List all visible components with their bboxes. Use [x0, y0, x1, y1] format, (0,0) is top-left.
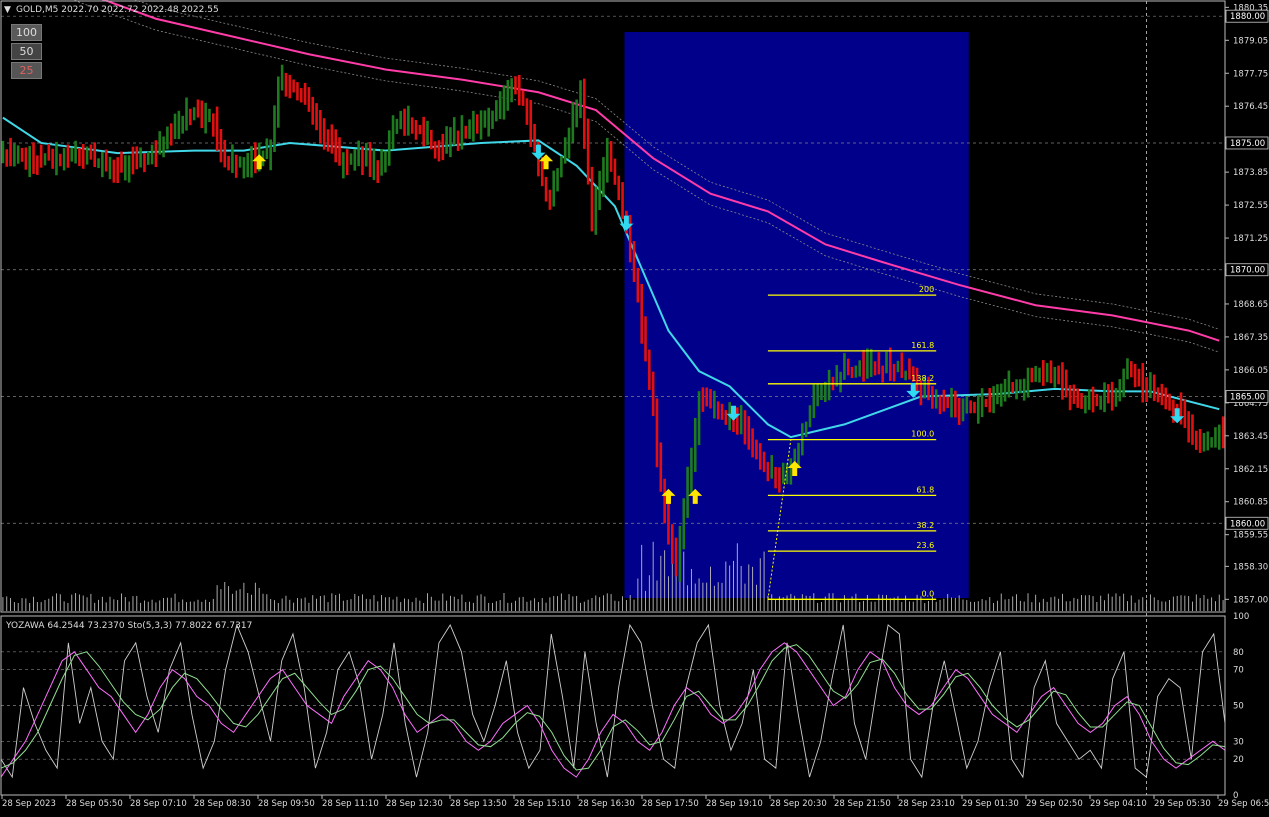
y-tick-label: 1872.55 — [1233, 201, 1268, 211]
x-tick-label: 28 Sep 08:30 — [194, 799, 251, 809]
indicator-tick-label: 100 — [1233, 612, 1249, 622]
y-tick-label: 1876.45 — [1233, 102, 1268, 112]
y-tick-label: 1868.65 — [1233, 300, 1268, 310]
price-box-label: 1860.00 — [1230, 519, 1265, 529]
fib-level-label: 23.6 — [916, 541, 934, 550]
highlight-zone — [624, 32, 969, 598]
x-tick-label: 28 Sep 19:10 — [706, 799, 763, 809]
y-tick-label: 1859.55 — [1233, 531, 1268, 541]
x-tick-label: 28 Sep 2023 — [2, 799, 56, 809]
zoom-50-button[interactable]: 50 — [11, 43, 42, 60]
fib-level-label: 200 — [919, 285, 934, 294]
x-tick-label: 29 Sep 05:30 — [1154, 799, 1211, 809]
y-tick-label: 1867.35 — [1233, 333, 1268, 343]
zoom-100-button[interactable]: 100 — [11, 24, 42, 41]
y-tick-label: 1863.45 — [1233, 432, 1268, 442]
price-box-label: 1865.00 — [1230, 393, 1265, 403]
indicator-tick-label: 70 — [1233, 666, 1244, 676]
indicator-header: YOZAWA 64.2544 73.2370 Sto(5,3,3) 77.802… — [5, 621, 252, 631]
trading-chart[interactable]: 200 161.8 138.2 100.0 61.8 38.2 23.6 0.0 1880.3… — [0, 0, 1269, 813]
fib-level-label: 161.8 — [911, 341, 934, 350]
indicator-tick-label: 30 — [1233, 737, 1244, 747]
price-box-label: 1875.00 — [1230, 139, 1265, 149]
x-tick-label: 28 Sep 23:10 — [898, 799, 955, 809]
x-tick-label: 28 Sep 15:10 — [514, 799, 571, 809]
y-tick-label: 1866.05 — [1233, 366, 1268, 376]
y-tick-label: 1871.25 — [1233, 234, 1268, 244]
x-tick-label: 28 Sep 17:50 — [642, 799, 699, 809]
indicator-tick-label: 20 — [1233, 755, 1244, 765]
fib-level-label: 100.0 — [911, 430, 934, 439]
y-tick-label: 1860.85 — [1233, 498, 1268, 508]
x-tick-label: 28 Sep 16:30 — [578, 799, 635, 809]
x-tick-label: 28 Sep 09:50 — [258, 799, 315, 809]
x-tick-label: 28 Sep 20:30 — [770, 799, 827, 809]
x-tick-label: 28 Sep 12:30 — [386, 799, 443, 809]
y-tick-label: 1862.15 — [1233, 465, 1268, 475]
x-tick-label: 28 Sep 11:10 — [322, 799, 379, 809]
x-tick-label: 29 Sep 02:50 — [1026, 799, 1083, 809]
menu-triangle-icon[interactable]: ▼ — [4, 5, 11, 15]
fib-level-label: 61.8 — [916, 485, 934, 494]
x-tick-label: 28 Sep 21:50 — [834, 799, 891, 809]
chart-canvas[interactable]: 200161.8138.2100.061.838.223.60.0 1880.3… — [0, 0, 1269, 813]
x-tick-label: 29 Sep 06:50 — [1218, 799, 1269, 809]
x-tick-label: 28 Sep 07:10 — [130, 799, 187, 809]
y-tick-label: 1873.85 — [1233, 168, 1268, 178]
y-tick-label: 1877.75 — [1233, 69, 1268, 79]
symbol-info: GOLD,M5 2022.70 2022.72 2022.48 2022.55 — [16, 5, 219, 15]
x-tick-label: 28 Sep 13:50 — [450, 799, 507, 809]
fib-level-label: 138.2 — [911, 374, 934, 383]
price-box-label: 1880.00 — [1230, 12, 1265, 22]
price-box-label: 1870.00 — [1230, 266, 1265, 276]
y-tick-label: 1879.05 — [1233, 36, 1268, 46]
y-tick-label: 1857.00 — [1233, 595, 1268, 605]
x-tick-label: 29 Sep 04:10 — [1090, 799, 1147, 809]
x-tick-label: 29 Sep 01:30 — [962, 799, 1019, 809]
indicator-tick-label: 80 — [1233, 648, 1244, 658]
y-tick-label: 1858.30 — [1233, 562, 1268, 572]
fib-level-label: 38.2 — [916, 521, 934, 530]
fib-level-label: 0.0 — [921, 589, 934, 598]
x-tick-label: 28 Sep 05:50 — [66, 799, 123, 809]
indicator-tick-label: 50 — [1233, 702, 1244, 712]
zoom-25-button[interactable]: 25 — [11, 62, 42, 79]
